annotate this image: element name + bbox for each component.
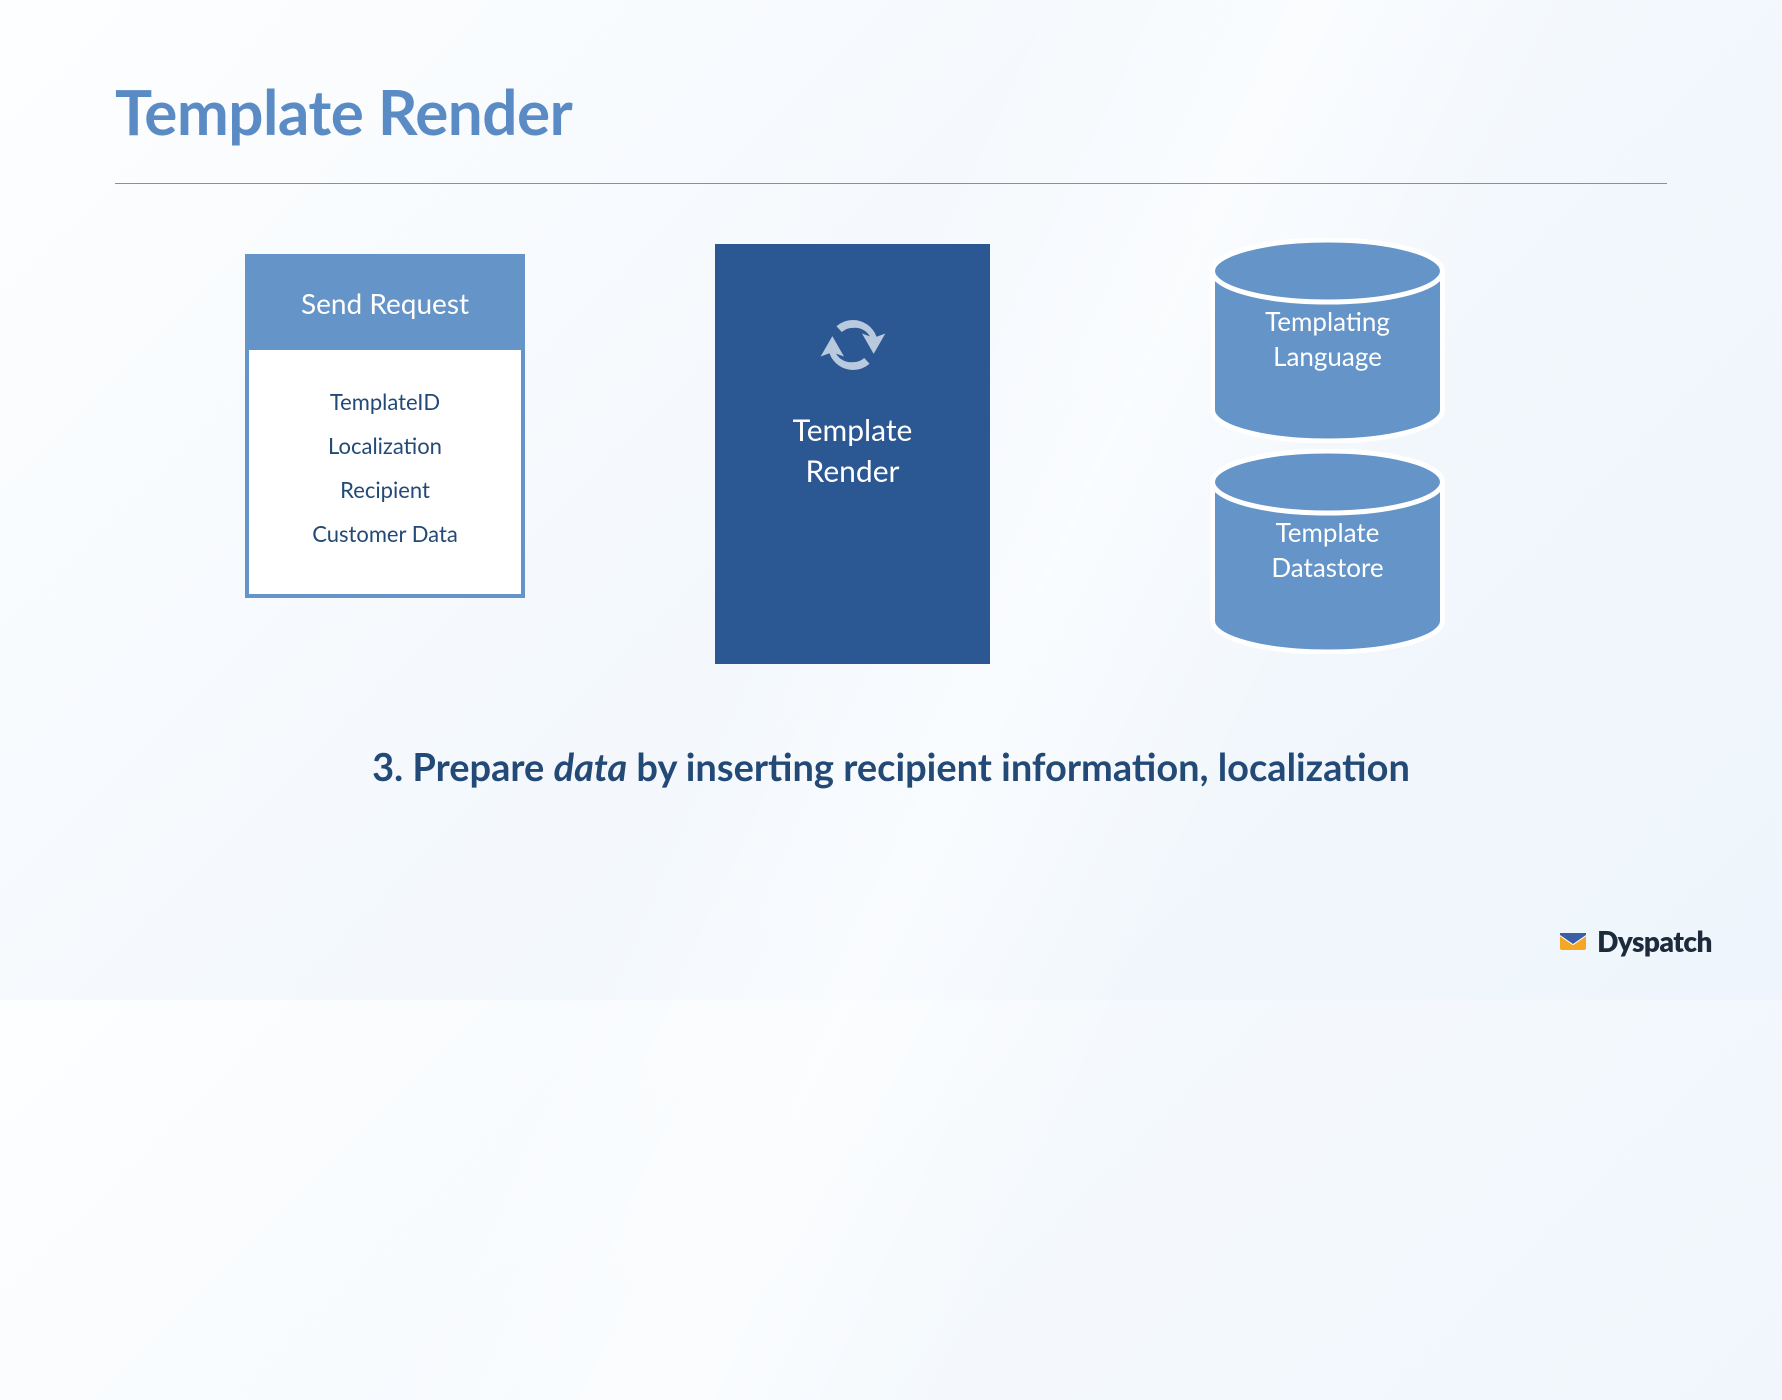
template-render-label-line: Render (806, 453, 900, 489)
cylinder-label-line: Templating (1265, 305, 1390, 337)
caption-prefix: 3. Prepare (372, 744, 553, 790)
cylinder-label: Template Datastore (1210, 515, 1445, 585)
send-request-item: Recipient (259, 468, 511, 512)
send-request-item: Localization (259, 424, 511, 468)
template-render-card: Template Render (715, 244, 990, 664)
template-render-label-line: Template (793, 412, 913, 448)
template-render-label: Template Render (793, 410, 913, 491)
title-divider (115, 183, 1667, 184)
page-title: Template Render (115, 75, 1667, 149)
cylinder-label-line: Datastore (1271, 551, 1383, 583)
cylinder-stack: Templating Language Template Datastore (1210, 238, 1445, 654)
brand: Dyspatch (1559, 924, 1712, 958)
cylinder-label: Templating Language (1210, 304, 1445, 374)
diagram-row: Send Request TemplateID Localization Rec… (115, 244, 1667, 704)
send-request-item: TemplateID (259, 380, 511, 424)
cylinder-label-line: Template (1276, 516, 1380, 548)
cylinder-templating-language: Templating Language (1210, 238, 1445, 443)
slide: Template Render Send Request TemplateID … (0, 0, 1782, 1000)
cylinder-template-datastore: Template Datastore (1210, 449, 1445, 654)
caption-text: 3. Prepare data by inserting recipient i… (372, 744, 1410, 790)
cylinder-label-line: Language (1273, 340, 1382, 372)
send-request-card: Send Request TemplateID Localization Rec… (245, 254, 525, 598)
caption: 3. Prepare data by inserting recipient i… (0, 744, 1782, 790)
caption-em: data (554, 744, 628, 790)
sync-icon (814, 306, 892, 384)
envelope-icon (1559, 930, 1587, 952)
send-request-item: Customer Data (259, 512, 511, 556)
send-request-body: TemplateID Localization Recipient Custom… (249, 350, 521, 594)
caption-suffix: by inserting recipient information, loca… (627, 744, 1410, 790)
brand-name: Dyspatch (1597, 924, 1712, 958)
send-request-header: Send Request (249, 258, 521, 350)
